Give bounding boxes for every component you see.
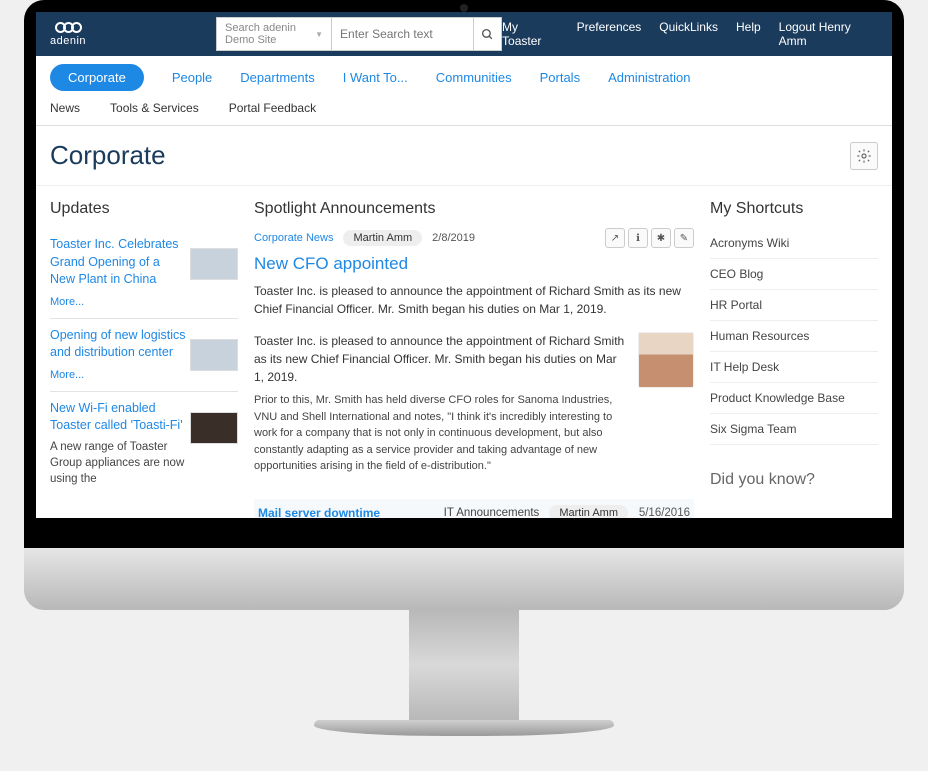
update-more-link[interactable]: More... [50,296,84,308]
share-button[interactable]: ↗ [605,228,625,248]
nav-people[interactable]: People [172,64,212,91]
update-thumbnail [190,339,238,371]
link-help[interactable]: Help [736,20,761,48]
share-icon: ↗ [611,233,619,244]
spotlight-actions: ↗ ℹ ✱ ✎ [605,228,694,248]
brand-logo[interactable]: adenin [50,22,86,47]
page-title-row: Corporate [36,126,892,186]
spotlight-headline[interactable]: New CFO appointed [254,254,694,274]
gear-icon [856,148,872,164]
top-bar: adenin Search adenin Demo Site ▼ My Toas… [36,12,892,56]
spotlight-intro: Toaster Inc. is pleased to announce the … [254,282,694,318]
settings-mini-button[interactable]: ✱ [651,228,671,248]
subnav-feedback[interactable]: Portal Feedback [229,101,316,115]
table-row[interactable]: Mail server downtime IT Announcements Ma… [254,499,694,519]
update-thumbnail [190,412,238,444]
search-scope-label: Search adenin Demo Site [225,22,315,46]
nav-communities[interactable]: Communities [436,64,512,91]
screen: adenin Search adenin Demo Site ▼ My Toas… [36,12,892,518]
search-input[interactable] [332,17,474,51]
page-title: Corporate [50,140,166,171]
shortcut-link[interactable]: HR Portal [710,290,878,321]
sub-announcements: Mail server downtime IT Announcements Ma… [254,499,694,519]
spotlight-author[interactable]: Martin Amm [343,230,422,246]
monitor-neck [409,610,519,720]
edit-button[interactable]: ✎ [674,228,694,248]
nav-portals[interactable]: Portals [540,64,580,91]
search-button[interactable] [474,17,502,51]
nav-administration[interactable]: Administration [608,64,690,91]
portrait-photo [638,332,694,388]
monitor-chin [24,548,904,610]
spotlight-meta: Corporate News Martin Amm 2/8/2019 ↗ ℹ ✱… [254,228,694,248]
update-thumbnail [190,248,238,280]
nav-departments[interactable]: Departments [240,64,314,91]
spotlight-title: Spotlight Announcements [254,200,694,218]
spotlight-body-note: Prior to this, Mr. Smith has held divers… [254,392,626,475]
top-links: My Toaster Preferences QuickLinks Help L… [502,20,878,48]
spotlight-category[interactable]: Corporate News [254,232,333,244]
monitor-foot [314,720,614,736]
shortcut-link[interactable]: CEO Blog [710,259,878,290]
update-excerpt: A new range of Toaster Group appliances … [50,439,238,487]
bezel-bottom [36,518,892,548]
shortcuts-title: My Shortcuts [710,200,878,218]
caret-down-icon: ▼ [315,30,323,39]
nav-corporate[interactable]: Corporate [50,64,144,91]
subnav-tools[interactable]: Tools & Services [110,101,199,115]
camera-dot [460,4,468,12]
did-you-know-title: Did you know? [710,471,878,489]
nav-secondary: News Tools & Services Portal Feedback [36,91,892,126]
search-icon [481,28,494,41]
link-my-toaster[interactable]: My Toaster [502,20,559,48]
shortcuts-column: My Shortcuts Acronyms Wiki CEO Blog HR P… [702,186,892,518]
nav-primary: Corporate People Departments I Want To..… [36,56,892,91]
shortcut-link[interactable]: IT Help Desk [710,352,878,383]
nav-iwantto[interactable]: I Want To... [343,64,408,91]
shortcut-link[interactable]: Acronyms Wiki [710,228,878,259]
search-bar: Search adenin Demo Site ▼ [216,17,502,51]
monitor-stand [24,548,904,736]
update-more-link[interactable]: More... [50,369,84,381]
settings-button[interactable] [850,142,878,170]
update-item: Opening of new logistics and distributio… [50,319,238,392]
search-scope-dropdown[interactable]: Search adenin Demo Site ▼ [216,17,332,51]
shortcut-link[interactable]: Product Knowledge Base [710,383,878,414]
brand-name: adenin [50,35,86,47]
updates-column: Updates Toaster Inc. Celebrates Grand Op… [36,186,246,518]
spotlight-date: 2/8/2019 [432,232,475,244]
spotlight-column: Spotlight Announcements Corporate News M… [246,186,702,518]
infinity-icon [55,22,82,33]
shortcut-link[interactable]: Six Sigma Team [710,414,878,445]
spotlight-body-lead: Toaster Inc. is pleased to announce the … [254,334,624,384]
update-item: Toaster Inc. Celebrates Grand Opening of… [50,228,238,319]
pencil-icon: ✎ [680,233,688,244]
spotlight-body-wrap: Toaster Inc. is pleased to announce the … [254,332,694,475]
monitor-frame: adenin Search adenin Demo Site ▼ My Toas… [24,0,904,548]
shortcut-link[interactable]: Human Resources [710,321,878,352]
content-area: Updates Toaster Inc. Celebrates Grand Op… [36,186,892,518]
info-icon: ℹ [636,233,640,244]
sub-date: 5/16/2016 [628,507,690,519]
update-item: New Wi-Fi enabled Toaster called 'Toasti… [50,392,238,497]
link-preferences[interactable]: Preferences [577,20,642,48]
sub-category: IT Announcements [444,507,540,519]
sub-title[interactable]: Mail server downtime [258,506,444,519]
info-button[interactable]: ℹ [628,228,648,248]
link-logout[interactable]: Logout Henry Amm [779,20,878,48]
sub-author[interactable]: Martin Amm [549,505,628,519]
gear-icon: ✱ [657,233,665,244]
link-quicklinks[interactable]: QuickLinks [659,20,718,48]
updates-title: Updates [50,200,238,218]
spotlight-body: Toaster Inc. is pleased to announce the … [254,332,626,475]
subnav-news[interactable]: News [50,101,80,115]
